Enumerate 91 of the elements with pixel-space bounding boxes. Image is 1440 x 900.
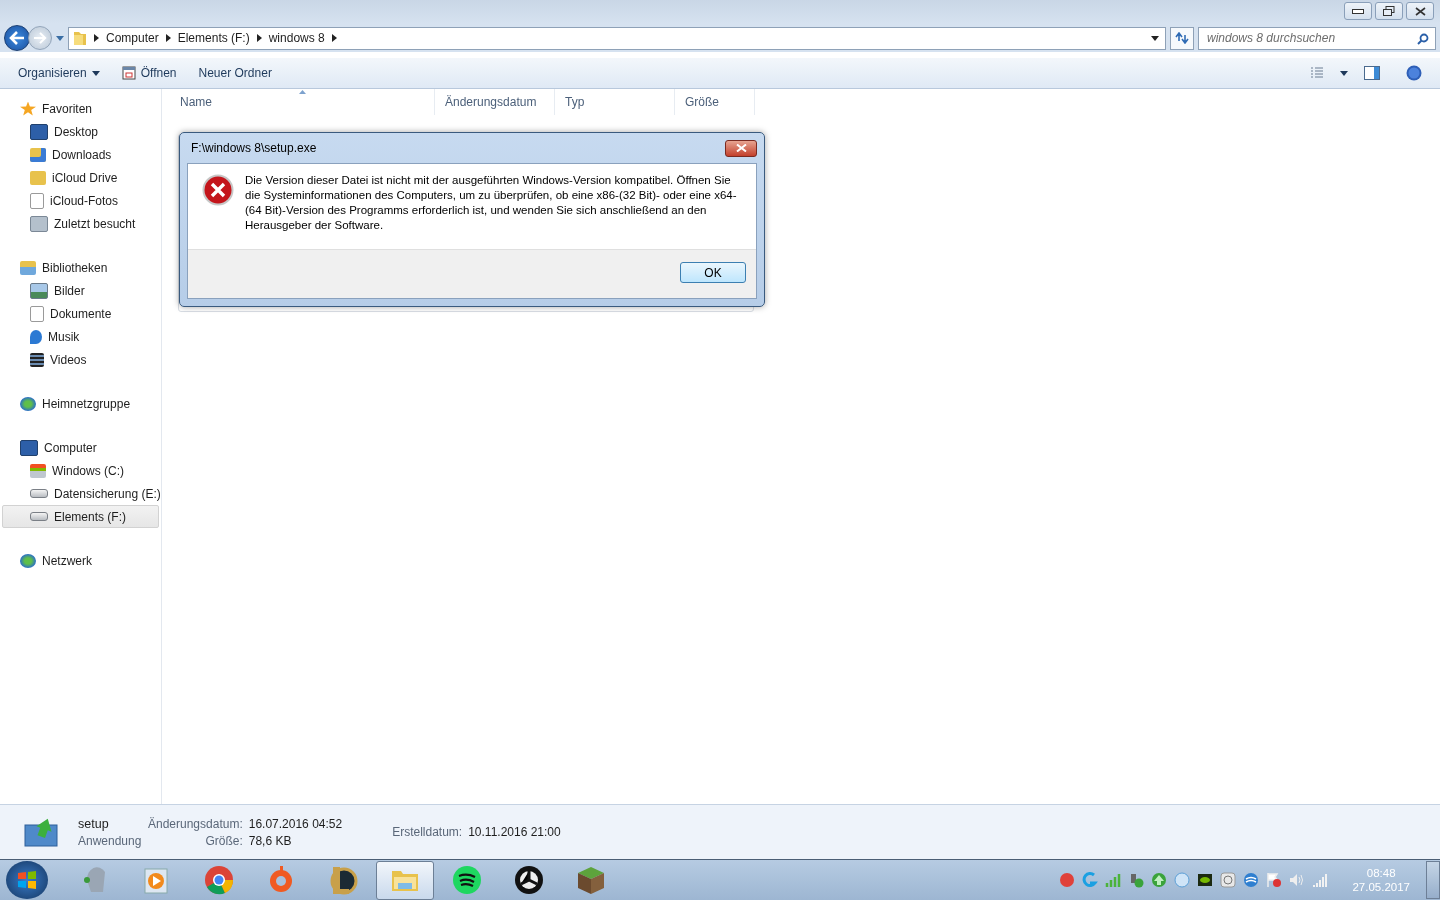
close-icon <box>1414 6 1426 16</box>
caret-icon <box>91 70 100 76</box>
sidebar-item[interactable]: Bilder <box>2 279 159 302</box>
toolbar-button[interactable]: Neuer Ordner <box>190 63 280 83</box>
drive-icon <box>30 489 48 498</box>
dropdown-icon[interactable] <box>1340 70 1348 76</box>
folder-icon <box>30 170 46 185</box>
column-header[interactable]: Name <box>170 89 435 115</box>
close-button[interactable] <box>1406 2 1434 20</box>
tray-icon[interactable] <box>1243 872 1260 888</box>
drive-icon <box>30 512 48 521</box>
tricolor-circle-icon <box>203 864 235 896</box>
back-button[interactable] <box>4 25 30 51</box>
drive-icon <box>30 463 46 478</box>
sidebar-item[interactable]: Heimnetzgruppe <box>2 392 159 415</box>
dialog-title: F:\windows 8\setup.exe <box>191 141 317 155</box>
file-name: setup <box>78 816 110 831</box>
chevron-icon[interactable] <box>331 34 337 42</box>
folder-icon <box>30 147 46 162</box>
show-desktop-button[interactable] <box>1426 861 1440 899</box>
picture-icon <box>30 282 48 299</box>
chevron-icon[interactable] <box>94 34 99 42</box>
aperture-icon <box>513 864 545 896</box>
folder-icon <box>20 260 36 275</box>
search-field[interactable]: windows 8 durchsuchen <box>1198 26 1436 50</box>
error-message: Die Version dieser Datei ist nicht mit der ausgeführten Windows-Version kompatibel. Öffnen Sie die Systeminformationen des Computers, um zu überprüfen, ob eine x86-(32 Bit)- oder eine x64-(64 Bit)-Version des Programms erforderlich ist, und wenden Sie sich anschließend an den Herausgeber der Software. <box>245 173 738 233</box>
pane-icon <box>1364 66 1380 80</box>
file-type: Anwendung <box>78 833 143 848</box>
chevron-icon[interactable] <box>165 34 171 42</box>
sidebar-item[interactable]: Videos <box>2 348 159 371</box>
start-button[interactable] <box>6 861 48 899</box>
close-button[interactable] <box>725 139 757 157</box>
minimize-button[interactable] <box>1344 2 1372 20</box>
toolbar-button[interactable]: Organisieren <box>10 63 108 83</box>
chevron-icon[interactable] <box>256 34 262 42</box>
sidebar-item[interactable]: Elements (F:) <box>2 505 159 528</box>
sort-arrow-icon <box>299 90 306 94</box>
restore-icon <box>1383 6 1395 16</box>
address-bar[interactable]: Computer Elements (F:) windows 8 <box>68 26 1166 50</box>
flag-icon[interactable] <box>1266 872 1283 888</box>
sidebar-item[interactable]: iCloud-Fotos <box>2 189 159 212</box>
ok-button[interactable]: OK <box>680 262 746 283</box>
property-value: 16.07.2016 04:52 <box>248 816 343 831</box>
waves-icon <box>451 864 483 896</box>
close-icon <box>735 144 747 152</box>
toolbar-button[interactable]: Öffnen <box>113 63 185 83</box>
column-header[interactable]: Typ <box>555 89 675 115</box>
window-icon <box>121 66 136 80</box>
column-header[interactable]: Größe <box>675 89 755 115</box>
breadcrumb-item[interactable]: Computer <box>106 31 159 45</box>
dropdown-icon[interactable] <box>1151 35 1159 41</box>
property-label: Erstelldatum: <box>392 825 463 839</box>
sidebar-item[interactable]: iCloud Drive <box>2 166 159 189</box>
restore-button[interactable] <box>1375 2 1403 20</box>
error-icon <box>202 174 234 206</box>
sidebar-item[interactable]: Bibliotheken <box>2 256 159 279</box>
refresh-button[interactable] <box>1170 26 1194 50</box>
grass-block-icon <box>575 864 607 896</box>
sidebar-item[interactable]: Computer <box>2 436 159 459</box>
arrow-right-icon <box>33 32 47 44</box>
search-icon[interactable] <box>1417 32 1429 45</box>
property-label: Änderungsdatum: <box>148 816 243 831</box>
sidebar-item[interactable]: Favoriten <box>2 97 159 120</box>
property-label: Größe: <box>204 833 243 848</box>
sidebar-item[interactable]: Windows (C:) <box>2 459 159 482</box>
help-icon <box>1406 65 1422 81</box>
upload-icon[interactable] <box>1151 872 1168 888</box>
column-header[interactable]: Änderungsdatum <box>435 89 555 115</box>
installer-icon <box>24 817 58 847</box>
arrow-left-icon <box>9 31 25 45</box>
sidebar-item[interactable]: Zuletzt besucht <box>2 212 159 235</box>
gauge-icon[interactable] <box>1220 872 1237 888</box>
sidebar-item[interactable]: Datensicherung (E:) <box>2 482 159 505</box>
film-icon <box>30 352 44 367</box>
sidebar-item[interactable]: Netzwerk <box>2 549 159 572</box>
property-value: 78,6 KB <box>248 833 293 848</box>
tray-icon[interactable] <box>1197 872 1214 888</box>
document-icon <box>30 305 44 322</box>
sidebar-item[interactable]: Downloads <box>2 143 159 166</box>
windows-logo-icon <box>16 869 38 891</box>
sidebar-item[interactable]: Desktop <box>2 120 159 143</box>
refresh-icon <box>1175 32 1189 44</box>
breadcrumb-item[interactable]: windows 8 <box>268 31 325 45</box>
file-icon <box>30 192 44 209</box>
property-value: 10.11.2016 21:00 <box>468 825 561 839</box>
sidebar-item[interactable]: Musik <box>2 325 159 348</box>
plug-icon[interactable] <box>1128 872 1145 888</box>
breadcrumb-item[interactable]: Elements (F:) <box>177 31 250 45</box>
sidebar-item[interactable]: Dokumente <box>2 302 159 325</box>
folder-icon <box>73 30 87 46</box>
list-view-icon <box>1310 67 1324 79</box>
